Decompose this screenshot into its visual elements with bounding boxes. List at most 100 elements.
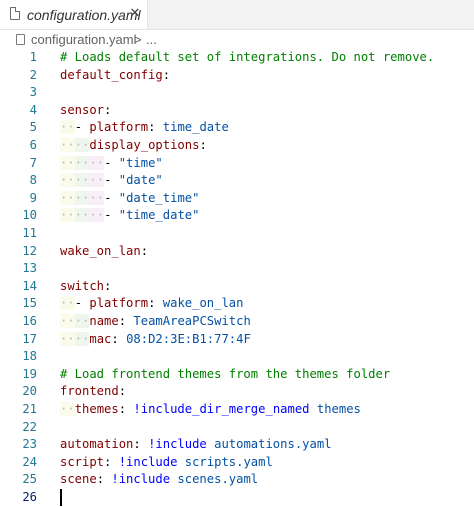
line-number: 6 xyxy=(29,138,37,152)
indent-guide: ·· xyxy=(60,120,75,135)
code-text: switch: xyxy=(60,278,111,296)
code-token: mac xyxy=(89,331,112,346)
code-line[interactable]: 21 ··themes: !include_dir_merge_named the… xyxy=(0,401,474,419)
code-token: scenes.yaml xyxy=(170,472,259,487)
code-token: scripts.yaml xyxy=(177,454,273,469)
close-icon[interactable]: ✕ xyxy=(127,5,143,21)
code-line[interactable]: 5 ··- platform: time_date xyxy=(0,119,474,137)
code-token: script xyxy=(60,454,105,469)
code-line[interactable]: 9 ······- "date_time" xyxy=(0,190,474,208)
code-text: ··themes: !include_dir_merge_named theme… xyxy=(60,401,361,419)
code-line[interactable]: 6 ····display_options: xyxy=(0,137,474,155)
code-line[interactable]: 2 default_config: xyxy=(0,67,474,85)
code-token: : xyxy=(118,314,134,328)
indent-guide: ·· xyxy=(60,402,75,416)
code-line[interactable]: 10 ······- "time_date" xyxy=(0,207,474,225)
indent-guide: ·· xyxy=(60,190,75,205)
code-token: : xyxy=(118,384,127,399)
file-icon xyxy=(10,7,20,20)
code-text: default_config: xyxy=(60,67,170,85)
breadcrumb-file[interactable]: configuration.yaml xyxy=(31,32,137,47)
line-number: 24 xyxy=(22,454,37,469)
code-token: display_options xyxy=(89,138,200,152)
code-line[interactable]: 18 xyxy=(0,348,474,366)
code-token: wake_on_lan xyxy=(60,243,141,258)
line-number: 14 xyxy=(22,278,37,293)
code-text: ····mac: 08:D2:3E:B1:77:4F xyxy=(60,331,251,349)
line-number: 18 xyxy=(22,349,37,364)
file-icon xyxy=(16,34,25,45)
code-token: "date_time" xyxy=(118,190,200,205)
code-line[interactable]: 17 ····mac: 08:D2:3E:B1:77:4F xyxy=(0,331,474,349)
code-line[interactable]: 8 ······- "date" xyxy=(0,172,474,190)
line-number: 1 xyxy=(29,50,37,64)
line-number: 9 xyxy=(29,190,37,205)
code-text: sensor: xyxy=(60,102,111,120)
code-line[interactable]: 26 xyxy=(0,489,474,507)
code-token: default_config xyxy=(60,67,163,82)
code-token: # Loads default set of integrations. Do … xyxy=(60,50,435,64)
code-line[interactable]: 25 scene: !include scenes.yaml xyxy=(0,471,474,489)
code-line[interactable]: 19 # Load frontend themes from the themes… xyxy=(0,366,474,384)
line-number: 11 xyxy=(22,226,37,240)
code-token: - xyxy=(74,120,90,135)
code-token: name xyxy=(89,314,119,328)
line-number: 12 xyxy=(22,243,37,258)
line-number: 3 xyxy=(29,85,37,100)
code-editor[interactable]: 1 # Loads default set of integrations. Do… xyxy=(0,47,474,506)
code-token: TeamAreaPCSwitch xyxy=(133,314,251,328)
indent-guide: ·· xyxy=(74,208,90,223)
code-token: - xyxy=(104,173,119,188)
tab-configuration-yaml[interactable]: configuration.yaml ✕ xyxy=(0,0,148,29)
line-number: 16 xyxy=(22,314,37,328)
indent-guide: ·· xyxy=(60,173,75,188)
code-token: sensor xyxy=(60,102,105,117)
code-line[interactable]: 13 xyxy=(0,260,474,278)
code-token: "time_date" xyxy=(118,208,200,223)
code-line[interactable]: 3 xyxy=(0,84,474,102)
code-token: : xyxy=(140,243,149,258)
code-text: ··- platform: wake_on_lan xyxy=(60,295,243,313)
code-line[interactable]: 24 script: !include scripts.yaml xyxy=(0,454,474,472)
indent-guide: ·· xyxy=(60,208,75,223)
code-token: "date" xyxy=(118,173,163,188)
code-line[interactable]: 4 sensor: xyxy=(0,102,474,120)
code-token: 08:D2:3E:B1:77:4F xyxy=(126,331,251,346)
code-text: ······- "time_date" xyxy=(60,207,199,225)
indent-guide: ·· xyxy=(74,331,90,346)
indent-guide: ·· xyxy=(89,173,105,188)
code-line[interactable]: 12 wake_on_lan: xyxy=(0,243,474,261)
code-text: ····name: TeamAreaPCSwitch xyxy=(60,313,251,331)
indent-guide: ·· xyxy=(74,138,90,152)
code-token: : xyxy=(148,120,163,135)
line-number: 25 xyxy=(22,472,37,487)
code-text: frontend: xyxy=(60,383,126,401)
code-text: # Loads default set of integrations. Do … xyxy=(60,49,434,67)
code-token: : xyxy=(162,67,171,82)
code-line[interactable]: 22 xyxy=(0,419,474,437)
code-text: # Load frontend themes from the themes f… xyxy=(60,366,390,384)
code-line[interactable]: 16 ····name: TeamAreaPCSwitch xyxy=(0,313,474,331)
code-token: automation xyxy=(60,437,134,452)
code-text: wake_on_lan: xyxy=(60,243,148,261)
code-token: wake_on_lan xyxy=(162,296,244,311)
code-token: !include xyxy=(111,472,171,487)
code-line[interactable]: 14 switch: xyxy=(0,278,474,296)
code-line[interactable]: 15 ··- platform: wake_on_lan xyxy=(0,295,474,313)
indent-guide: ·· xyxy=(60,314,75,328)
line-number: 8 xyxy=(29,173,37,188)
code-line[interactable]: 1 # Loads default set of integrations. Do… xyxy=(0,49,474,67)
code-text: ··- platform: time_date xyxy=(60,119,229,137)
code-line[interactable]: 7 ······- "time" xyxy=(0,155,474,173)
code-text: ····display_options: xyxy=(60,137,207,155)
code-line[interactable]: 11 xyxy=(0,225,474,243)
line-number: 4 xyxy=(29,102,37,117)
code-token: - xyxy=(104,155,119,170)
code-token: platform xyxy=(89,296,149,311)
code-token: - xyxy=(104,208,119,223)
code-text: ······- "date" xyxy=(60,172,163,190)
breadcrumb-more[interactable]: ... xyxy=(146,32,157,47)
code-line[interactable]: 20 frontend: xyxy=(0,383,474,401)
code-line[interactable]: 23 automation: !include automations.yaml xyxy=(0,436,474,454)
breadcrumb-separator: > xyxy=(134,32,142,47)
